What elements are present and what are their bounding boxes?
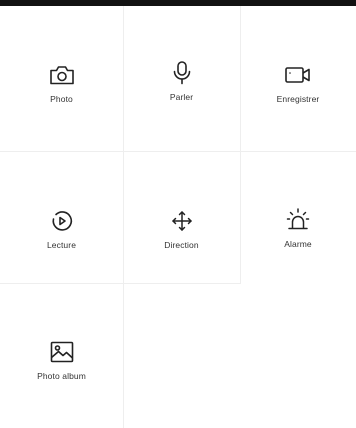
photo-button[interactable]: Photo: [0, 6, 123, 151]
control-grid: Photo Parler Enregistrer Lecture Directi…: [0, 6, 356, 428]
playback-label: Lecture: [46, 240, 77, 250]
move-arrows-icon: [168, 208, 196, 234]
camera-icon: [48, 62, 76, 88]
direction-button[interactable]: Direction: [123, 151, 240, 283]
direction-label: Direction: [164, 240, 199, 250]
playback-icon: [48, 208, 76, 234]
photo-album-button[interactable]: Photo album: [0, 283, 123, 428]
record-label: Enregistrer: [276, 94, 320, 104]
playback-button[interactable]: Lecture: [0, 151, 123, 283]
talk-button[interactable]: Parler: [123, 6, 240, 151]
image-gallery-icon: [48, 339, 76, 365]
record-button[interactable]: Enregistrer: [240, 6, 356, 151]
alarm-button[interactable]: Alarme: [240, 151, 356, 283]
photo-label: Photo: [50, 94, 73, 104]
talk-label: Parler: [169, 92, 194, 102]
alarm-siren-icon: [284, 207, 312, 233]
alarm-label: Alarme: [284, 239, 312, 249]
video-camera-icon: [284, 62, 312, 88]
microphone-icon: [168, 60, 196, 86]
photo-album-label: Photo album: [37, 371, 86, 381]
